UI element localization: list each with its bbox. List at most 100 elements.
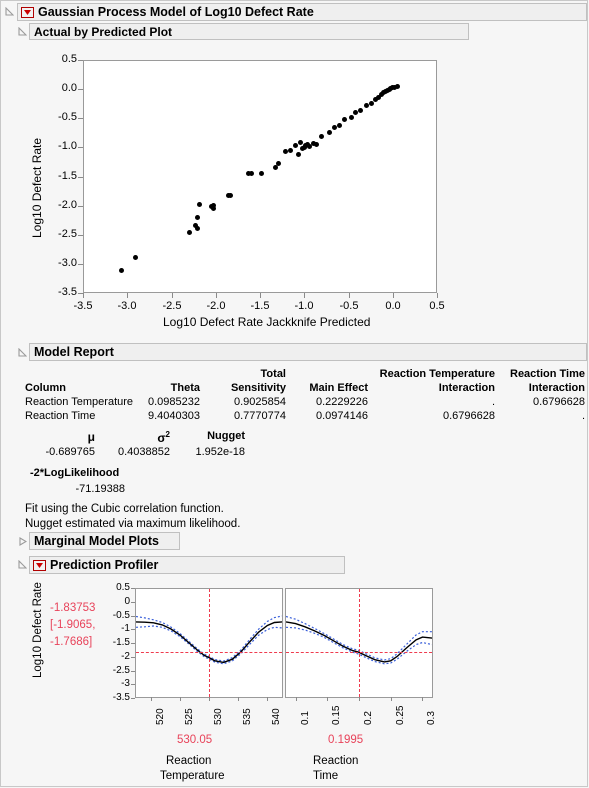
y-tick-label: 0.0 — [61, 82, 77, 94]
scatter-point — [276, 160, 282, 166]
disclosure-triangle-gaussian-process[interactable] — [5, 7, 14, 16]
scatter-point — [353, 109, 359, 115]
profiler-horizontal-crosshair — [136, 652, 282, 654]
gaussian-process-title-bar[interactable]: Gaussian Process Model of Log10 Defect R… — [17, 3, 587, 21]
value-log-likelihood: -71.19388 — [75, 483, 125, 495]
x-tick — [304, 293, 305, 298]
disclosure-triangle-model-report[interactable] — [18, 348, 27, 357]
scatter-point — [248, 171, 254, 177]
scatter-point — [259, 170, 265, 176]
profiler-vertical-crosshair[interactable] — [209, 589, 211, 697]
profiler-x-tick — [238, 697, 239, 701]
y-tick — [78, 147, 83, 148]
marginal-model-plots-title-bar[interactable]: Marginal Model Plots — [29, 532, 180, 550]
profiler-x-tick — [296, 697, 297, 701]
profiler-factor-name-reaction-temperature-line2: Temperature — [160, 770, 225, 782]
value-sigma-squared: 0.4038852 — [118, 446, 170, 458]
header-nugget: Nugget — [207, 430, 245, 442]
header-reaction-time-interaction-line1: Reaction Time — [510, 368, 585, 380]
x-tick — [437, 293, 438, 298]
profiler-y-tick-label: 0 — [124, 596, 130, 607]
x-tick-label: 0.5 — [429, 300, 445, 312]
scatter-point — [331, 125, 337, 131]
header-column: Column — [25, 382, 66, 394]
profiler-x-tick-label: 535 — [242, 708, 253, 725]
scatter-point — [348, 115, 354, 121]
cell-theta: 0.0985232 — [148, 396, 200, 408]
scatter-point — [186, 229, 192, 235]
sigma-exponent: 2 — [165, 430, 170, 439]
profiler-setting-reaction-time[interactable]: 0.1995 — [328, 734, 363, 746]
x-tick-label: -1.0 — [294, 300, 314, 312]
note-nugget-estimation: Nugget estimated via maximum likelihood. — [25, 518, 241, 530]
profiler-x-tick — [151, 697, 152, 701]
y-tick — [78, 118, 83, 119]
scatter-point — [326, 129, 332, 135]
prediction-profiler-title-bar[interactable]: Prediction Profiler — [29, 556, 345, 574]
x-tick-label: 0.0 — [385, 300, 401, 312]
profiler-y-axis-label: Log10 Defect Rate — [32, 582, 44, 678]
profiler-x-tick-label: 0.2 — [363, 711, 374, 725]
profiler-y-tick-label: -1 — [121, 623, 130, 634]
profiler-x-tick-label: 530 — [213, 708, 224, 725]
x-tick — [260, 293, 261, 298]
header-mu: μ — [87, 430, 95, 444]
marginal-model-plots-title: Marginal Model Plots — [34, 534, 160, 548]
profiler-x-tick — [359, 697, 360, 701]
scatter-point — [272, 165, 278, 171]
profiler-x-tick — [327, 697, 328, 701]
x-tick — [172, 293, 173, 298]
profiler-y-tick-label: -2.5 — [112, 665, 130, 676]
x-tick — [349, 293, 350, 298]
y-tick-label: -0.5 — [58, 111, 77, 123]
profiler-y-tick — [131, 698, 135, 699]
value-nugget: 1.952e-18 — [195, 446, 245, 458]
profiler-y-tick-label: -2 — [121, 651, 130, 662]
disclosure-triangle-marginal-model-plots[interactable] — [18, 537, 27, 546]
prediction-profiler-title: Prediction Profiler — [50, 558, 159, 572]
model-report-title: Model Report — [34, 345, 114, 359]
profiler-x-tick — [422, 697, 423, 701]
profiler-factor-name-reaction-time-line2: Time — [313, 770, 339, 782]
model-report-title-bar[interactable]: Model Report — [29, 343, 587, 361]
header-total-sensitivity-line2: Sensitivity — [230, 382, 286, 394]
x-tick — [127, 293, 128, 298]
scatter-point — [363, 102, 369, 108]
x-tick — [216, 293, 217, 298]
y-tick — [78, 235, 83, 236]
profiler-x-tick — [209, 697, 210, 701]
note-correlation-function: Fit using the Cubic correlation function… — [25, 503, 224, 515]
profiler-y-tick-label: -0.5 — [112, 610, 130, 621]
prediction-profiler-menu-icon[interactable] — [33, 559, 46, 571]
y-tick — [78, 264, 83, 265]
header-total-sensitivity-line1: Total — [260, 368, 286, 380]
profiler-x-tick — [267, 697, 268, 701]
gaussian-process-title: Gaussian Process Model of Log10 Defect R… — [38, 5, 314, 19]
gaussian-process-menu-icon[interactable] — [21, 6, 34, 18]
disclosure-triangle-prediction-profiler[interactable] — [18, 560, 27, 569]
profiler-vertical-crosshair[interactable] — [358, 589, 360, 697]
scatter-point — [228, 192, 234, 198]
scatter-point — [132, 254, 138, 260]
actual-by-predicted-title-bar[interactable]: Actual by Predicted Plot — [29, 23, 469, 40]
profiler-confidence-interval-lower: [-1.9065, — [50, 619, 96, 631]
profiler-y-tick-label: 0.5 — [116, 582, 130, 593]
x-tick-label: -3.5 — [73, 300, 93, 312]
profiler-x-tick — [180, 697, 181, 701]
scatter-point — [337, 122, 343, 128]
disclosure-triangle-actual-by-predicted[interactable] — [18, 27, 27, 36]
x-tick — [83, 293, 84, 298]
profiler-setting-reaction-temperature[interactable]: 530.05 — [177, 734, 212, 746]
x-tick-label: -2.0 — [206, 300, 226, 312]
profiler-factor-name-reaction-temperature-line1: Reaction — [166, 755, 212, 767]
y-tick-label: -1.0 — [58, 140, 77, 152]
profiler-y-tick-label: -1.5 — [112, 637, 130, 648]
scatter-point — [194, 225, 200, 231]
y-tick — [78, 177, 83, 178]
sigma-symbol: σ — [157, 431, 166, 445]
scatter-x-axis-label: Log10 Defect Rate Jackknife Predicted — [163, 315, 371, 329]
profiler-confidence-interval-upper: -1.7686] — [50, 636, 93, 648]
cell-theta: 9.4040303 — [148, 410, 200, 422]
profiler-x-tick-label: 0.3 — [426, 711, 437, 725]
y-tick-label: 0.5 — [61, 53, 77, 65]
